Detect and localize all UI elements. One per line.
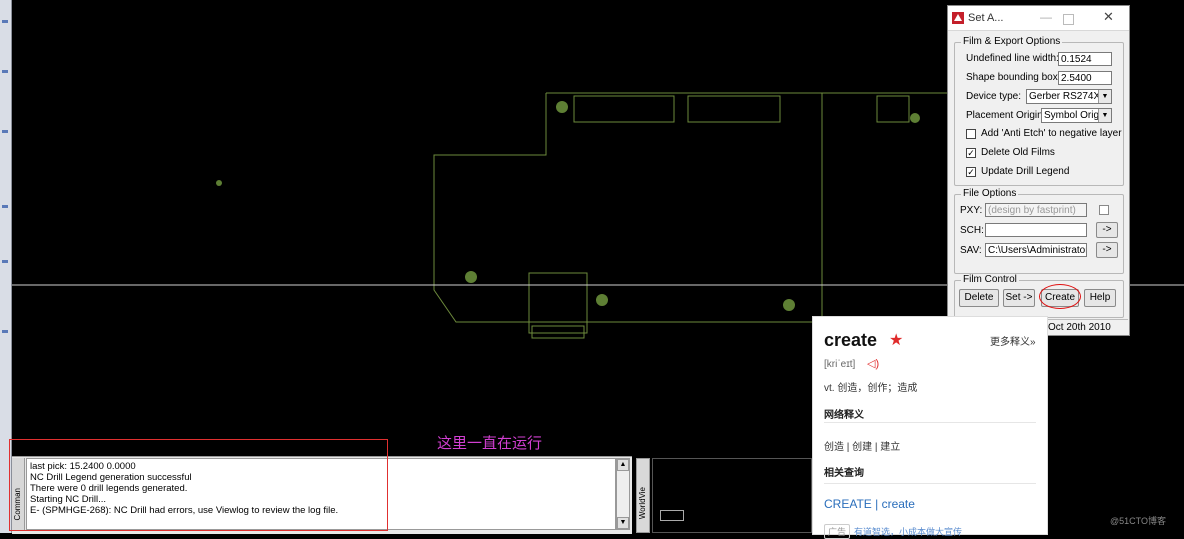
set-button[interactable]: Set -> — [1003, 289, 1035, 307]
dict-word: create — [824, 330, 878, 350]
pxy-label: PXY: — [960, 205, 983, 216]
create-highlight-circle — [1039, 284, 1081, 309]
sch-label: SCH: — [960, 225, 984, 236]
toolbar-icon[interactable] — [2, 260, 8, 263]
anti-etch-checkbox[interactable] — [966, 129, 976, 139]
artwork-dialog: Set A... — ✕ Film & Export Options Undef… — [947, 5, 1130, 336]
divider — [824, 422, 1036, 423]
chevron-down-icon[interactable]: ▼ — [1098, 109, 1111, 122]
ad-text: 有道智选，小成本做大宣传 — [854, 527, 963, 537]
app-logo-icon — [952, 12, 964, 24]
worldview-side-label: WorldVie — [638, 487, 647, 520]
device-type-select[interactable]: Gerber RS274X ▼ — [1026, 89, 1112, 104]
sav-input[interactable]: C:\Users\Administrator\ — [985, 243, 1087, 257]
delete-old-films-label: Delete Old Films — [981, 147, 1055, 158]
web-meanings: 创造 | 创建 | 建立 — [824, 442, 901, 453]
anti-etch-label: Add 'Anti Etch' to negative layer — [981, 128, 1122, 139]
sch-input[interactable] — [985, 223, 1087, 237]
scroll-down-icon[interactable]: ▼ — [617, 517, 629, 529]
shape-bounding-box-input[interactable]: 2.5400 — [1058, 71, 1112, 85]
update-drill-legend-checkbox[interactable]: ✓ — [966, 167, 976, 177]
command-highlight-box — [9, 439, 388, 531]
delete-button[interactable]: Delete — [959, 289, 999, 307]
maximize-icon[interactable] — [1063, 14, 1074, 25]
device-type-label: Device type: — [966, 91, 1022, 102]
annotation-text: 这里一直在运行 — [437, 435, 543, 452]
watermark: @51CTO博客 — [1110, 516, 1166, 526]
group-title: Film & Export Options — [961, 36, 1063, 47]
sch-browse-button[interactable]: -> — [1096, 222, 1118, 238]
file-options-group: File Options PXY: (design by fastprint) … — [954, 188, 1124, 274]
update-drill-legend-label: Update Drill Legend — [981, 166, 1070, 177]
delete-old-films-checkbox[interactable]: ✓ — [966, 148, 976, 158]
undefined-line-width-input[interactable]: 0.1524 — [1058, 52, 1112, 66]
placement-origin-label: Placement Origin: — [966, 110, 1046, 121]
group-title: Film Control — [961, 274, 1019, 285]
group-title: File Options — [961, 188, 1019, 199]
minimize-icon[interactable]: — — [1040, 10, 1052, 24]
related-section-title: 相关查询 — [824, 468, 864, 479]
worldview-side-tab[interactable]: WorldVie — [636, 458, 650, 533]
command-scrollbar[interactable]: ▲ ▼ — [616, 458, 630, 530]
chevron-down-icon[interactable]: ▼ — [1098, 90, 1111, 103]
toolbar-icon[interactable] — [2, 130, 8, 133]
film-export-group: Film & Export Options Undefined line wid… — [954, 36, 1124, 186]
more-definitions-link[interactable]: 更多释义» — [990, 333, 1036, 348]
worldview-panel[interactable] — [652, 458, 812, 533]
placement-origin-select[interactable]: Symbol Origin ▼ — [1041, 108, 1112, 123]
pxy-checkbox[interactable] — [1099, 205, 1109, 215]
speaker-icon[interactable]: ◁) — [867, 357, 879, 370]
definition: vt. 创造，创作；造成 — [824, 383, 918, 394]
related-links[interactable]: CREATE | create — [824, 497, 915, 511]
toolbar-icon[interactable] — [2, 70, 8, 73]
pxy-input[interactable]: (design by fastprint) — [985, 203, 1087, 217]
dictionary-popup: create ★ 更多释义» [kriˈeɪt] ◁) vt. 创造，创作；造成… — [812, 316, 1048, 539]
toolbar-icon[interactable] — [2, 205, 8, 208]
toolbar-icon[interactable] — [2, 20, 8, 23]
undefined-line-width-label: Undefined line width: — [966, 53, 1059, 64]
close-icon[interactable]: ✕ — [1103, 9, 1114, 25]
shape-bounding-box-label: Shape bounding box: — [966, 72, 1061, 83]
dialog-title: Set A... — [968, 12, 1004, 24]
web-section-title: 网络释义 — [824, 410, 864, 421]
ad-banner[interactable]: 广告 有道智选，小成本做大宣传 — [824, 524, 962, 539]
help-button[interactable]: Help — [1084, 289, 1116, 307]
scroll-up-icon[interactable]: ▲ — [617, 459, 629, 471]
phonetic: [kriˈeɪt] — [824, 359, 856, 370]
dialog-titlebar[interactable]: Set A... — ✕ — [948, 6, 1129, 31]
sav-browse-button[interactable]: -> — [1096, 242, 1118, 258]
star-icon[interactable]: ★ — [889, 330, 903, 350]
divider — [824, 483, 1036, 484]
worldview-viewport[interactable] — [660, 510, 684, 521]
ad-tag: 广告 — [824, 524, 851, 539]
toolbar-icon[interactable] — [2, 330, 8, 333]
status-date: Oct 20th 2010 — [1048, 319, 1128, 335]
device-type-value: Gerber RS274X — [1029, 91, 1101, 102]
sav-label: SAV: — [960, 245, 982, 256]
